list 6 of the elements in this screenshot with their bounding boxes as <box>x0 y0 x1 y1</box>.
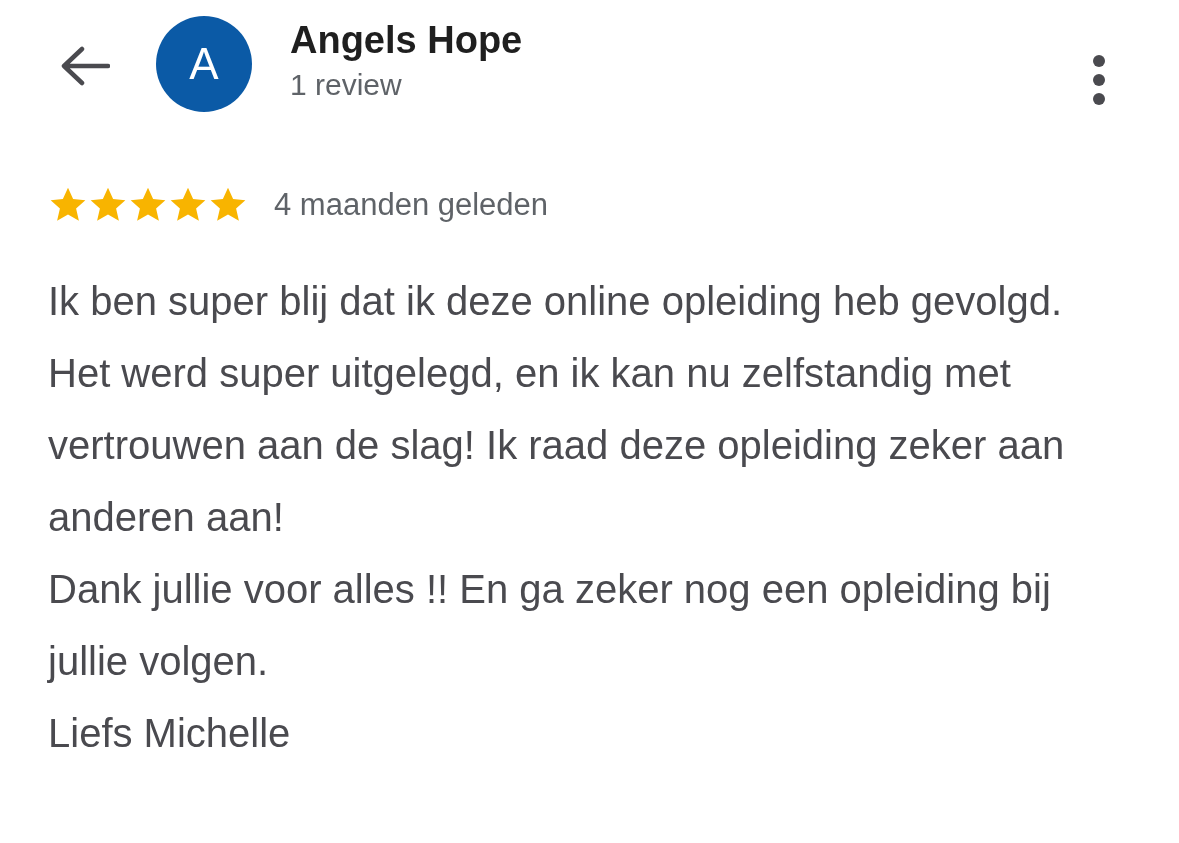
avatar: A <box>156 16 252 112</box>
more-options-icon <box>1092 54 1106 106</box>
review-count: 1 review <box>290 67 403 103</box>
review-time: 4 maanden geleden <box>274 186 549 224</box>
reviewer-name: Angels Hope <box>290 18 524 63</box>
review-text: Ik ben super blij dat ik deze online opleiding heb gevolgd. Het werd super uitgelegd, en ik kan nu zelfstandig met vertrouwen aan de slag! Ik raad deze opleiding zeker aan anderen aan! Dank jullie voor alles !! En ga zeker nog een opleiding bij jullie volgen. Liefs Michelle <box>46 277 1066 757</box>
